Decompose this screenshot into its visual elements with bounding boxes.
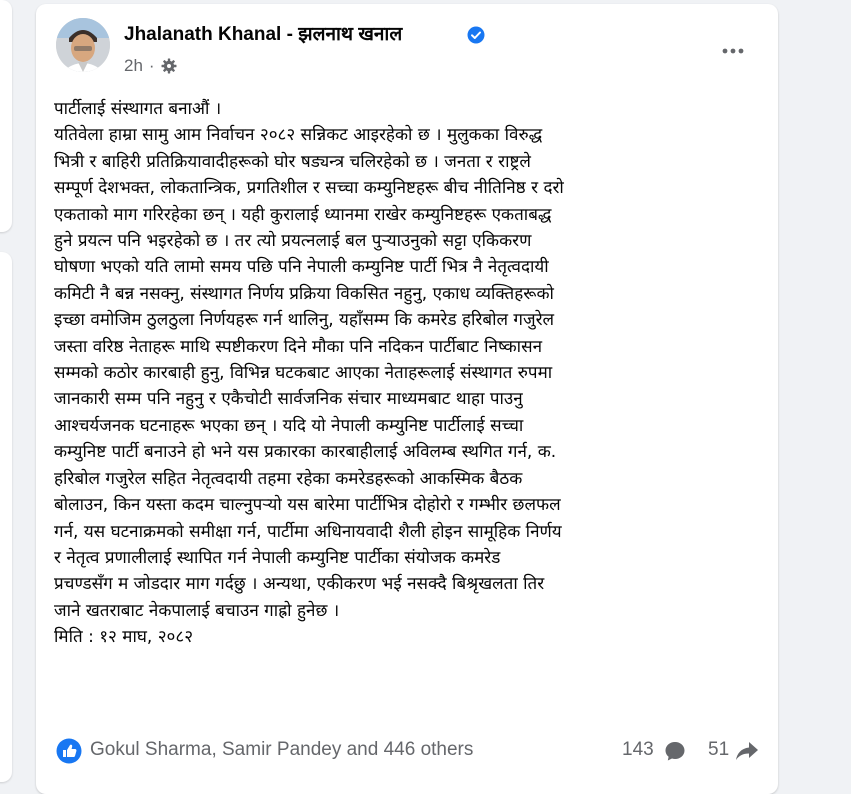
post-engagement-bar: Gokul Sharma, Samir Pandey and 446 other… [56,736,762,764]
gear-icon[interactable] [161,58,177,74]
author-name[interactable]: Jhalanath Khanal - झलनाथ खनाल [124,20,402,46]
more-options-button[interactable] [716,34,750,68]
share-icon[interactable] [735,740,759,762]
left-sidebar-panel-lower [0,252,12,782]
post-timestamp[interactable]: 2h [124,56,143,76]
post-meta: 2h · [124,56,177,76]
comment-icon[interactable] [664,740,686,762]
avatar[interactable] [56,18,110,72]
more-horizontal-icon [722,48,744,54]
share-count[interactable]: 51 [708,739,729,761]
reactions-summary[interactable]: Gokul Sharma, Samir Pandey and 446 other… [90,739,473,761]
post-card: Jhalanath Khanal - झलनाथ खनाल 2h · पार्ट… [36,4,778,794]
comment-count[interactable]: 143 [622,739,654,761]
left-sidebar-panel [0,0,12,232]
like-reaction-icon[interactable] [56,738,82,764]
meta-separator: · [148,56,155,75]
verified-badge-icon [467,26,485,44]
post-body-text: पार्टीलाई संस्थागत बनाऔं । यतिवेला हाम्र… [54,99,564,648]
